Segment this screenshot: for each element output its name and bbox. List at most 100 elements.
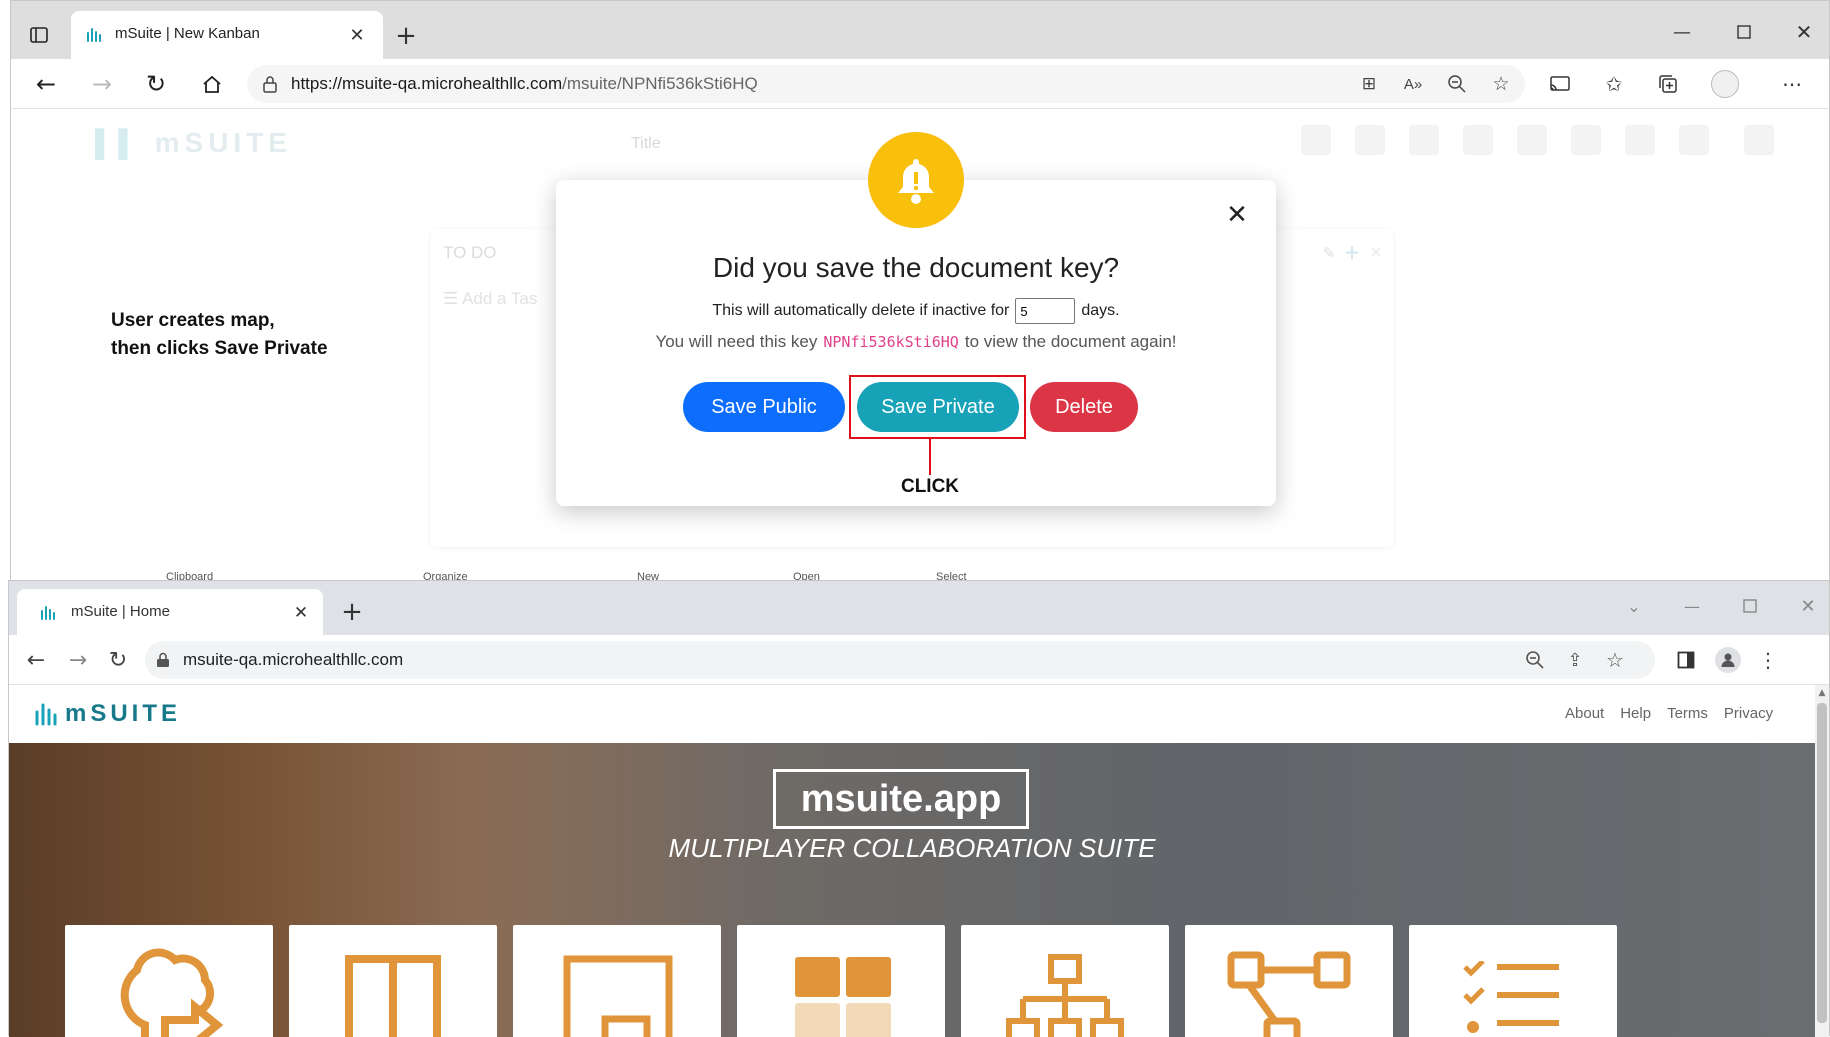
- scroll-up-icon[interactable]: ▲: [1815, 687, 1829, 699]
- forward-icon[interactable]: →: [87, 69, 117, 99]
- app-card-notepad[interactable]: [513, 925, 721, 1037]
- annotation-line-1: User creates map,: [111, 310, 275, 331]
- reload-icon[interactable]: ↻: [103, 645, 133, 675]
- scrollbar-thumb[interactable]: [1817, 703, 1827, 1023]
- close-tab-icon[interactable]: ✕: [345, 23, 369, 47]
- nav-privacy[interactable]: Privacy: [1724, 705, 1773, 722]
- image-icon[interactable]: [1301, 125, 1331, 155]
- comment-icon[interactable]: [1571, 125, 1601, 155]
- hero-title: msuite.app: [773, 769, 1029, 829]
- title-placeholder[interactable]: Title: [631, 135, 661, 153]
- add-column-icon[interactable]: +: [1341, 240, 1363, 264]
- bookmark-star-icon[interactable]: ☆: [1603, 648, 1627, 672]
- column-title: TO DO: [443, 243, 497, 262]
- minimize-icon[interactable]: —: [1677, 591, 1707, 621]
- click-label: CLICK: [900, 476, 960, 497]
- profile-avatar[interactable]: [1711, 70, 1739, 98]
- toolbar: [1301, 123, 1721, 159]
- maximize-icon[interactable]: [1729, 17, 1759, 47]
- app-card-org-chart[interactable]: [961, 925, 1169, 1037]
- maximize-icon[interactable]: [1735, 591, 1765, 621]
- msuite-home-page: mSUITE About Help Terms Privacy msuite.a…: [9, 685, 1815, 1037]
- save-icon[interactable]: [1355, 125, 1385, 155]
- user-edit-icon[interactable]: [1625, 125, 1655, 155]
- app-card-flowmap[interactable]: [1185, 925, 1393, 1037]
- add-task-text: Add a Tas: [462, 289, 538, 308]
- zoom-out-icon[interactable]: [1445, 72, 1469, 96]
- url-field[interactable]: https://msuite-qa.microhealthllc.com/msu…: [247, 65, 1525, 103]
- document-key: NPNfi536kSti6HQ: [823, 333, 959, 351]
- add-favorite-icon[interactable]: ☆: [1489, 72, 1513, 96]
- inactive-line: This will automatically delete if inacti…: [556, 298, 1276, 324]
- new-tab-icon[interactable]: +: [337, 597, 367, 627]
- trash-icon[interactable]: [1679, 125, 1709, 155]
- redo-icon[interactable]: [1463, 125, 1493, 155]
- lock-icon[interactable]: [259, 73, 281, 95]
- url-field[interactable]: msuite-qa.microhealthllc.com ⇪ ☆: [145, 641, 1655, 679]
- profile-avatar[interactable]: [1715, 647, 1741, 673]
- collections-icon[interactable]: [1655, 71, 1681, 97]
- back-icon[interactable]: ←: [31, 69, 61, 99]
- save-public-button[interactable]: Save Public: [683, 382, 845, 432]
- tab-actions-icon[interactable]: [25, 21, 53, 49]
- close-window-icon[interactable]: ✕: [1789, 17, 1819, 47]
- save-key-modal: ✕ Did you save the document key? This wi…: [556, 180, 1276, 506]
- inactive-suffix: days.: [1081, 302, 1120, 319]
- undo-icon[interactable]: [1409, 125, 1439, 155]
- apps-icon[interactable]: ⊞: [1357, 72, 1381, 96]
- favorites-icon[interactable]: ✩: [1601, 71, 1627, 97]
- more-menu-icon[interactable]: ⋮: [1755, 647, 1781, 673]
- annotation-line-2: then clicks Save Private: [111, 338, 328, 359]
- reload-icon[interactable]: ↻: [141, 69, 171, 99]
- delete-button[interactable]: Delete: [1030, 382, 1138, 432]
- nav-about[interactable]: About: [1565, 705, 1604, 722]
- nav-help[interactable]: Help: [1620, 705, 1651, 722]
- hero-subtitle: MULTIPLAYER COLLABORATION SUITE: [668, 833, 1156, 863]
- close-tab-icon[interactable]: ✕: [289, 601, 313, 625]
- app-card-todo-list[interactable]: [1409, 925, 1617, 1037]
- minimize-icon[interactable]: —: [1667, 17, 1697, 47]
- msuite-logo-icon: [83, 24, 105, 46]
- home-icon[interactable]: [197, 69, 227, 99]
- cast-icon[interactable]: [1547, 71, 1573, 97]
- modal-heading: Did you save the document key?: [712, 252, 1120, 283]
- tab-new-kanban[interactable]: mSuite | New Kanban ✕: [71, 11, 383, 59]
- highlight-box: [849, 375, 1026, 439]
- more-menu-icon[interactable]: ⋯: [1779, 71, 1805, 97]
- add-task-input[interactable]: ☰ Add a Tas: [443, 289, 537, 309]
- close-window-icon[interactable]: ✕: [1793, 591, 1823, 621]
- site-nav: About Help Terms Privacy: [1565, 705, 1773, 722]
- copy-icon[interactable]: [1744, 125, 1774, 155]
- annotation-note: User creates map, then clicks Save Priva…: [111, 307, 328, 363]
- lock-icon[interactable]: [153, 650, 173, 670]
- tab-title: mSuite | New Kanban: [115, 25, 260, 42]
- notepad-icon: [563, 955, 673, 1037]
- remove-column-icon[interactable]: ✕: [1365, 241, 1387, 263]
- site-logo[interactable]: mSUITE: [33, 699, 181, 729]
- edit-column-icon[interactable]: ✎: [1319, 243, 1339, 263]
- page-scrollbar[interactable]: ▲: [1815, 685, 1829, 1037]
- todo-list-icon: [1463, 961, 1559, 1033]
- org-chart-icon: [1006, 954, 1124, 1037]
- nav-terms[interactable]: Terms: [1667, 705, 1708, 722]
- new-tab-icon[interactable]: +: [391, 21, 421, 51]
- app-card-mindmap[interactable]: [65, 925, 273, 1037]
- zoom-icon[interactable]: [1523, 648, 1547, 672]
- app-card-spreadsheet[interactable]: [737, 925, 945, 1037]
- tab-search-icon[interactable]: ⌄: [1619, 591, 1649, 621]
- tab-home[interactable]: mSuite | Home ✕: [17, 589, 323, 635]
- history-icon[interactable]: [1517, 125, 1547, 155]
- site-header: mSUITE About Help Terms Privacy: [9, 685, 1815, 743]
- address-bar: ← → ↻ https://msuite-qa.microhealthllc.c…: [11, 59, 1829, 109]
- back-icon[interactable]: ←: [21, 645, 51, 675]
- side-panel-icon[interactable]: [1673, 647, 1699, 673]
- app-card-kanban[interactable]: [289, 925, 497, 1037]
- inactive-days-input[interactable]: [1015, 298, 1076, 324]
- share-icon[interactable]: ⇪: [1563, 648, 1587, 672]
- address-bar: ← → ↻ msuite-qa.microhealthllc.com ⇪ ☆ ⋮: [9, 635, 1829, 685]
- close-modal-icon[interactable]: ✕: [1222, 200, 1252, 230]
- tab-title: mSuite | Home: [71, 603, 170, 620]
- forward-icon[interactable]: →: [63, 645, 93, 675]
- key-suffix: to view the document again!: [964, 332, 1177, 351]
- read-aloud-icon[interactable]: A»: [1401, 72, 1425, 96]
